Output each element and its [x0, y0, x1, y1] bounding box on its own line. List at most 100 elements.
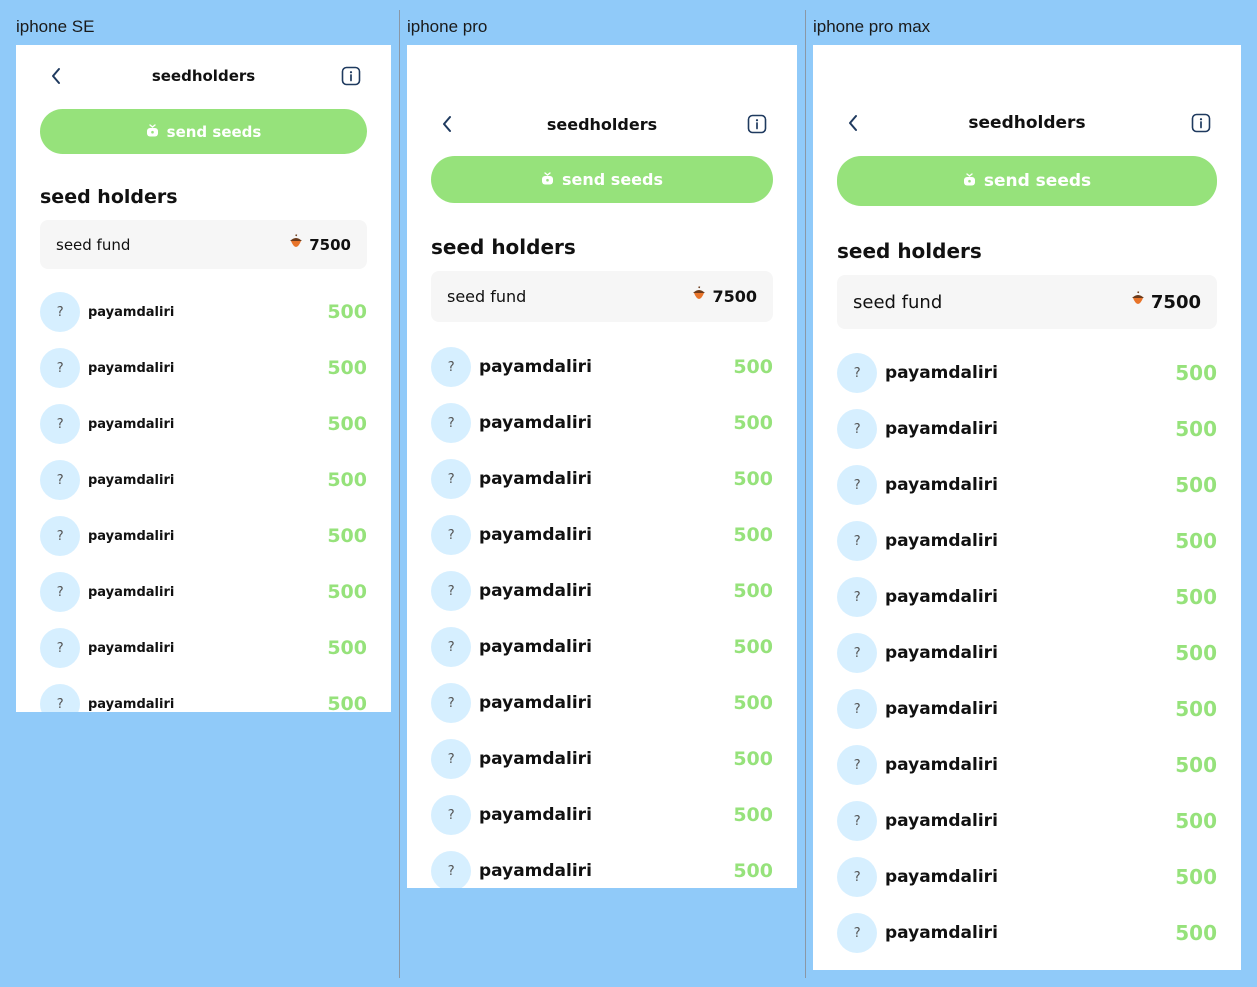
chevron-left-icon [50, 67, 62, 85]
holder-name: payamdaliri [885, 811, 998, 831]
section-title: seed holders [837, 239, 982, 263]
seed-fund-label: seed fund [56, 235, 131, 254]
holder-row[interactable]: ? payamdaliri 500 [431, 627, 773, 667]
holder-name: payamdaliri [885, 419, 998, 439]
info-icon [747, 114, 767, 134]
holder-name: payamdaliri [885, 531, 998, 551]
holder-name: payamdaliri [88, 696, 175, 712]
holder-row[interactable]: ? payamdaliri 500 [40, 684, 367, 712]
holder-amount: 500 [1175, 641, 1217, 665]
holder-name: payamdaliri [88, 472, 175, 488]
holder-name: payamdaliri [479, 469, 592, 489]
holder-row[interactable]: ? payamdaliri 500 [40, 292, 367, 332]
holder-name: payamdaliri [885, 699, 998, 719]
page-title: seedholders [968, 113, 1086, 133]
seed-fund-value: 7500 [712, 287, 757, 306]
holder-row[interactable]: ? payamdaliri 500 [431, 739, 773, 779]
seed-fund-card: seed fund 7500 [837, 275, 1217, 329]
holder-row[interactable]: ? payamdaliri 500 [40, 460, 367, 500]
holder-name: payamdaliri [88, 528, 175, 544]
holder-row[interactable]: ? payamdaliri 500 [837, 801, 1217, 841]
avatar: ? [40, 404, 80, 444]
holder-amount: 500 [733, 748, 773, 770]
avatar: ? [837, 913, 877, 953]
holder-row[interactable]: ? payamdaliri 500 [837, 857, 1217, 897]
holder-row[interactable]: ? payamdaliri 500 [837, 689, 1217, 729]
holder-amount: 500 [1175, 417, 1217, 441]
back-button[interactable] [841, 111, 865, 135]
avatar: ? [431, 571, 471, 611]
seed-fund-card: seed fund 7500 [431, 271, 773, 322]
holder-row[interactable]: ? payamdaliri 500 [837, 745, 1217, 785]
avatar: ? [40, 572, 80, 612]
avatar: ? [431, 459, 471, 499]
send-seeds-button[interactable]: send seeds [40, 109, 367, 154]
holder-amount: 500 [1175, 529, 1217, 553]
holder-row[interactable]: ? payamdaliri 500 [40, 404, 367, 444]
avatar: ? [837, 801, 877, 841]
info-button[interactable] [339, 64, 363, 88]
send-seeds-button[interactable]: send seeds [837, 156, 1217, 206]
holder-name: payamdaliri [885, 363, 998, 383]
holder-row[interactable]: ? payamdaliri 500 [431, 459, 773, 499]
holder-name: payamdaliri [479, 581, 592, 601]
holder-amount: 500 [327, 413, 367, 435]
holder-name: payamdaliri [885, 923, 998, 943]
avatar: ? [837, 353, 877, 393]
holder-row[interactable]: ? payamdaliri 500 [431, 571, 773, 611]
holder-row[interactable]: ? payamdaliri 500 [431, 515, 773, 555]
holder-amount: 500 [327, 693, 367, 712]
seed-fund-label: seed fund [447, 287, 527, 306]
holder-row[interactable]: ? payamdaliri 500 [837, 913, 1217, 953]
holder-row[interactable]: ? payamdaliri 500 [431, 683, 773, 723]
holder-row[interactable]: ? payamdaliri 500 [431, 795, 773, 835]
holder-row[interactable]: ? payamdaliri 500 [40, 628, 367, 668]
holder-name: payamdaliri [885, 587, 998, 607]
holder-amount: 500 [733, 356, 773, 378]
holder-row[interactable]: ? payamdaliri 500 [40, 572, 367, 612]
holder-amount: 500 [733, 468, 773, 490]
avatar: ? [40, 348, 80, 388]
chevron-left-icon [847, 114, 859, 132]
holder-amount: 500 [1175, 361, 1217, 385]
holder-row[interactable]: ? payamdaliri 500 [837, 577, 1217, 617]
section-title: seed holders [40, 185, 178, 208]
holder-row[interactable]: ? payamdaliri 500 [837, 465, 1217, 505]
seed-fund-amount: 7500 [1129, 290, 1201, 314]
holder-row[interactable]: ? payamdaliri 500 [431, 347, 773, 387]
holder-amount: 500 [327, 525, 367, 547]
avatar: ? [431, 851, 471, 888]
holder-name: payamdaliri [479, 637, 592, 657]
holder-name: payamdaliri [88, 416, 175, 432]
back-button[interactable] [435, 112, 459, 136]
holder-name: payamdaliri [479, 525, 592, 545]
avatar: ? [40, 460, 80, 500]
avatar: ? [837, 689, 877, 729]
avatar: ? [837, 633, 877, 673]
holder-row[interactable]: ? payamdaliri 500 [40, 348, 367, 388]
holder-row[interactable]: ? payamdaliri 500 [837, 353, 1217, 393]
avatar: ? [431, 739, 471, 779]
send-seeds-button[interactable]: send seeds [431, 156, 773, 203]
holder-name: payamdaliri [479, 805, 592, 825]
info-button[interactable] [745, 112, 769, 136]
holder-row[interactable]: ? payamdaliri 500 [837, 633, 1217, 673]
page-title: seedholders [546, 114, 658, 134]
info-button[interactable] [1189, 111, 1213, 135]
holder-amount: 500 [1175, 473, 1217, 497]
holder-row[interactable]: ? payamdaliri 500 [837, 521, 1217, 561]
holder-amount: 500 [327, 581, 367, 603]
holder-name: payamdaliri [88, 640, 175, 656]
avatar: ? [431, 515, 471, 555]
frame-divider [805, 10, 806, 978]
back-button[interactable] [44, 64, 68, 88]
holder-amount: 500 [1175, 809, 1217, 833]
holder-row[interactable]: ? payamdaliri 500 [837, 409, 1217, 449]
holder-row[interactable]: ? payamdaliri 500 [40, 516, 367, 556]
holder-amount: 500 [733, 412, 773, 434]
holder-row[interactable]: ? payamdaliri 500 [431, 851, 773, 888]
send-seeds-label: send seeds [562, 170, 663, 189]
holder-row[interactable]: ? payamdaliri 500 [431, 403, 773, 443]
avatar: ? [40, 628, 80, 668]
device-label: iphone SE [16, 17, 95, 36]
